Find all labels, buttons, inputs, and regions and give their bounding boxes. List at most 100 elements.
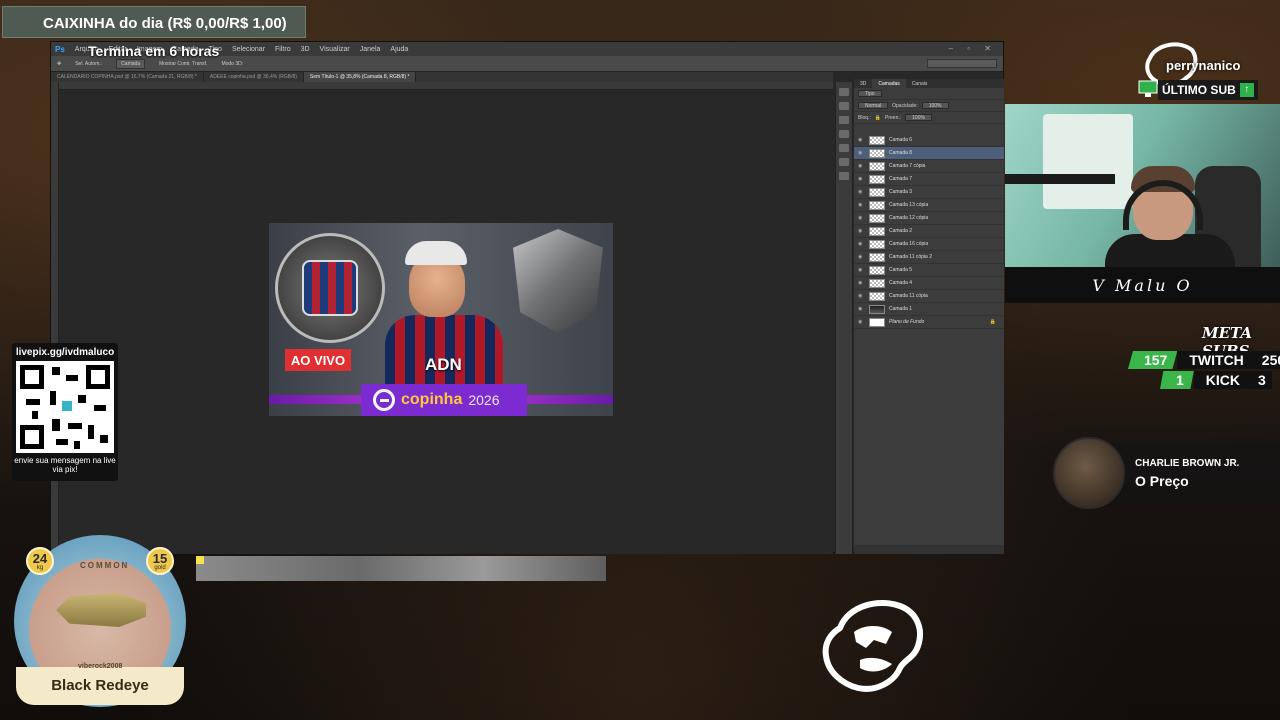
- caixinha-title: CAIXINHA do dia (R$ 0,00/R$ 1,00): [43, 15, 287, 32]
- panther-logo-icon: [822, 600, 923, 692]
- layer-row[interactable]: ◉ Camada 11 cópia: [854, 290, 1004, 303]
- layer-thumbnail: [869, 161, 885, 171]
- auto-select-checkbox[interactable]: Sel. Autom.:: [75, 61, 102, 67]
- layer-row[interactable]: ◉ Camada 16 cópia: [854, 238, 1004, 251]
- menu-item-selecionar[interactable]: Selecionar: [232, 46, 265, 53]
- lock-icon[interactable]: 🔒: [875, 115, 881, 121]
- tools-icon[interactable]: [839, 172, 849, 180]
- auto-select-dropdown[interactable]: Camada: [116, 58, 146, 69]
- opacity-input[interactable]: 100%: [921, 102, 949, 109]
- eye-icon[interactable]: ◉: [858, 267, 865, 273]
- layer-row[interactable]: ◉ Camada 12 cópia: [854, 212, 1004, 225]
- gold-unit: gold: [154, 565, 166, 571]
- layer-thumbnail: [869, 252, 885, 262]
- eye-icon[interactable]: ◉: [858, 150, 865, 156]
- move-tool-icon[interactable]: ✥: [57, 61, 61, 67]
- layer-row[interactable]: ◉ Camada 11 cópia 2: [854, 251, 1004, 264]
- tab-calendario[interactable]: CALENDARIO COPINHA.psd @ 16,7% (Camada 2…: [51, 72, 204, 82]
- thumbnail-artwork: ADN AO VIVO copinha 2026: [269, 223, 613, 416]
- window-controls[interactable]: – ▫ ✕: [949, 44, 997, 53]
- layers-panel: 3D Camadas Canais Tipo Normal Opacidade:…: [854, 79, 1004, 554]
- tab-3d[interactable]: 3D: [854, 79, 872, 88]
- character-icon[interactable]: [839, 144, 849, 152]
- layer-name: Camada 7: [889, 176, 913, 182]
- eye-icon[interactable]: ◉: [858, 137, 865, 143]
- menu-item-visualizar[interactable]: Visualizar: [320, 46, 350, 53]
- layer-row[interactable]: ◉ Camada 2: [854, 225, 1004, 238]
- eye-icon[interactable]: ◉: [858, 319, 865, 325]
- weight-unit: kg: [36, 565, 44, 571]
- tab-sem-titulo[interactable]: Sem Título-1 @ 35,8% (Camada 8, RGB/8) *: [303, 72, 417, 82]
- layer-thumbnail: [869, 135, 885, 145]
- tab-canais[interactable]: Canais: [906, 79, 934, 88]
- eye-icon[interactable]: ◉: [858, 215, 865, 221]
- fill-label: Preen.:: [885, 114, 902, 121]
- blend-mode-select[interactable]: Normal: [858, 102, 889, 109]
- layer-row[interactable]: ◉ Camada 8: [854, 147, 1004, 160]
- fill-input[interactable]: 100%: [905, 114, 932, 121]
- kick-platform: KICK: [1193, 371, 1253, 389]
- paragraph-icon[interactable]: [839, 158, 849, 166]
- kick-goal: 3: [1252, 371, 1272, 389]
- eye-icon[interactable]: ◉: [858, 306, 865, 312]
- layer-name: Camada 3: [889, 189, 913, 195]
- adjustments-icon[interactable]: [839, 116, 849, 124]
- eye-icon[interactable]: ◉: [858, 228, 865, 234]
- layer-row[interactable]: ◉ Camada 6: [854, 134, 1004, 147]
- lock-row: Bloq.: 🔒 Preen.: 100%: [854, 112, 1004, 124]
- eye-icon[interactable]: ◉: [858, 280, 865, 286]
- copinha-logo-icon: [373, 389, 395, 411]
- panel-tabs: 3D Camadas Canais: [854, 79, 1004, 88]
- menu-item-janela[interactable]: Janela: [360, 46, 381, 53]
- history-icon[interactable]: [839, 88, 849, 96]
- eye-icon[interactable]: ◉: [858, 293, 865, 299]
- eye-icon[interactable]: ◉: [858, 241, 865, 247]
- opacity-label: Opacidade:: [892, 102, 918, 109]
- layer-row[interactable]: ◉ Camada 7: [854, 173, 1004, 186]
- weight-badge: 24 kg: [26, 547, 54, 575]
- eye-icon[interactable]: ◉: [858, 163, 865, 169]
- eye-icon[interactable]: ◉: [858, 254, 865, 260]
- caixinha-subtitle: Termina em 6 horas: [88, 43, 220, 59]
- layer-row[interactable]: ◉ Camada 5: [854, 264, 1004, 277]
- brush-icon[interactable]: [839, 130, 849, 138]
- layer-row[interactable]: ◉ Camada 1: [854, 303, 1004, 316]
- eye-icon[interactable]: ◉: [858, 176, 865, 182]
- tab-camadas[interactable]: Camadas: [872, 79, 906, 88]
- eye-icon[interactable]: ◉: [858, 189, 865, 195]
- layer-name: Camada 1: [889, 306, 913, 312]
- album-cover: [1053, 437, 1125, 509]
- menu-item-3d[interactable]: 3D: [301, 46, 310, 53]
- show-transform-checkbox[interactable]: Mostrar Contr. Transf.: [159, 61, 207, 67]
- media-preview-strip: [196, 556, 606, 581]
- layer-filter-select[interactable]: Tipo: [858, 90, 882, 97]
- layer-thumbnail: [869, 148, 885, 158]
- properties-icon[interactable]: [839, 102, 849, 110]
- workspace-select[interactable]: [927, 59, 997, 68]
- layer-row[interactable]: ◉ Camada 13 cópia: [854, 199, 1004, 212]
- layer-row[interactable]: ◉ Camada 4: [854, 277, 1004, 290]
- layer-row[interactable]: ◉ Plano de Fundo 🔒: [854, 316, 1004, 329]
- webcam-feed: [1005, 104, 1280, 267]
- layer-thumbnail: [869, 213, 885, 223]
- copinha-year: 2026: [468, 392, 500, 408]
- tab-adeee[interactable]: ADEEE copinha.psd @ 36,4% (RGB/8): [204, 72, 304, 82]
- microphone-arm: [1005, 174, 1115, 184]
- ruler-vertical: [51, 82, 59, 554]
- eye-icon[interactable]: ◉: [858, 202, 865, 208]
- layer-row[interactable]: ◉ Camada 3: [854, 186, 1004, 199]
- twitch-current: 157: [1128, 351, 1178, 369]
- layer-name: Camada 12 cópia: [889, 215, 929, 221]
- layer-row[interactable]: ◉ Camada 7 cópia: [854, 160, 1004, 173]
- layer-name: Camada 16 cópia: [889, 241, 929, 247]
- crest-stripes: [302, 260, 358, 316]
- menu-item-ajuda[interactable]: Ajuda: [390, 46, 408, 53]
- ps-logo: Ps: [55, 44, 65, 54]
- lock-label: Bloq.:: [858, 114, 871, 121]
- caixinha-widget: CAIXINHA do dia (R$ 0,00/R$ 1,00): [2, 6, 306, 38]
- fish-card: 24 kg 15 gold COMMON Black Redeye vibero…: [12, 535, 188, 711]
- document-tabs: CALENDARIO COPINHA.psd @ 16,7% (Camada 2…: [51, 72, 833, 82]
- menu-item-filtro[interactable]: Filtro: [275, 46, 291, 53]
- layer-name: Camada 11 cópia 2: [889, 254, 932, 260]
- layer-thumbnail: [869, 187, 885, 197]
